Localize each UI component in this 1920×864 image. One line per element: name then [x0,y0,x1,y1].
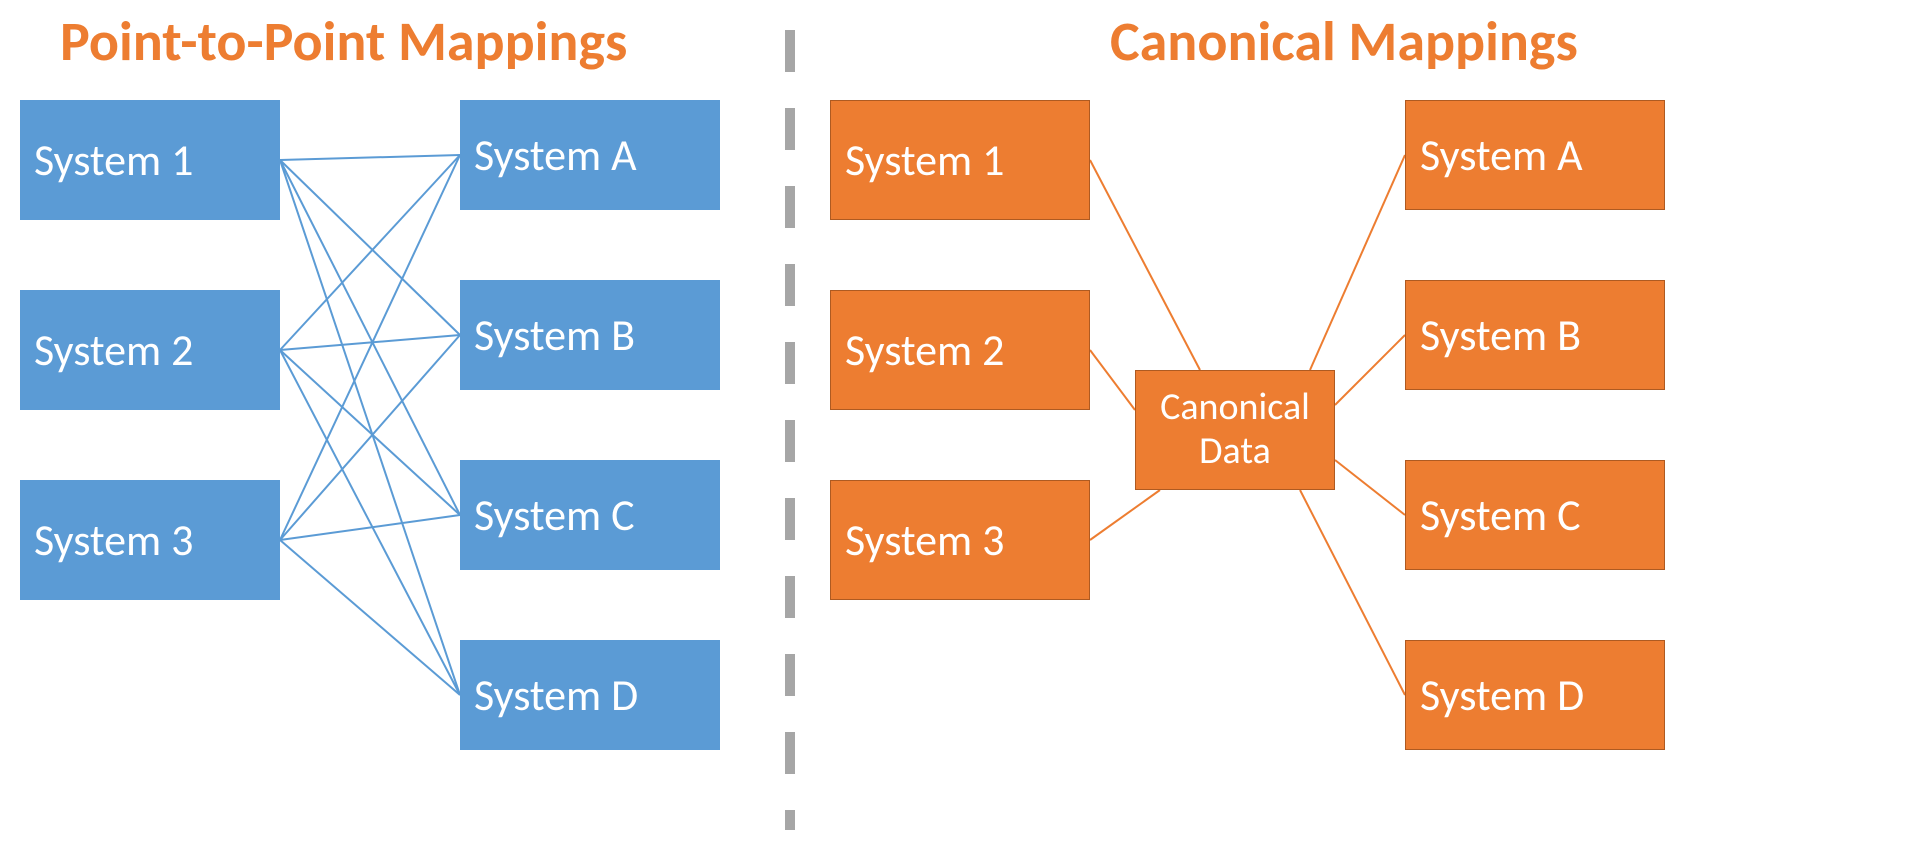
canonical-hub: Canonical Data [1135,370,1335,490]
canon-right-node-c: System C [1405,460,1665,570]
canon-right-node-a: System A [1405,100,1665,210]
p2p-right-node-a: System A [460,100,720,210]
canon-left-node-3: System 3 [830,480,1090,600]
p2p-right-node-c: System C [460,460,720,570]
hub-label-line1: Canonical [1160,386,1310,430]
canon-right-node-d: System D [1405,640,1665,750]
canon-left-node-2: System 2 [830,290,1090,410]
p2p-right-node-b: System B [460,280,720,390]
left-title: Point-to-Point Mappings [60,8,627,76]
p2p-connections [280,155,460,695]
right-title: Canonical Mappings [1110,8,1578,76]
p2p-left-node-3: System 3 [20,480,280,600]
hub-label-line2: Data [1199,430,1271,474]
p2p-left-node-1: System 1 [20,100,280,220]
canon-left-node-1: System 1 [830,100,1090,220]
p2p-right-node-d: System D [460,640,720,750]
canon-right-node-b: System B [1405,280,1665,390]
p2p-left-node-2: System 2 [20,290,280,410]
